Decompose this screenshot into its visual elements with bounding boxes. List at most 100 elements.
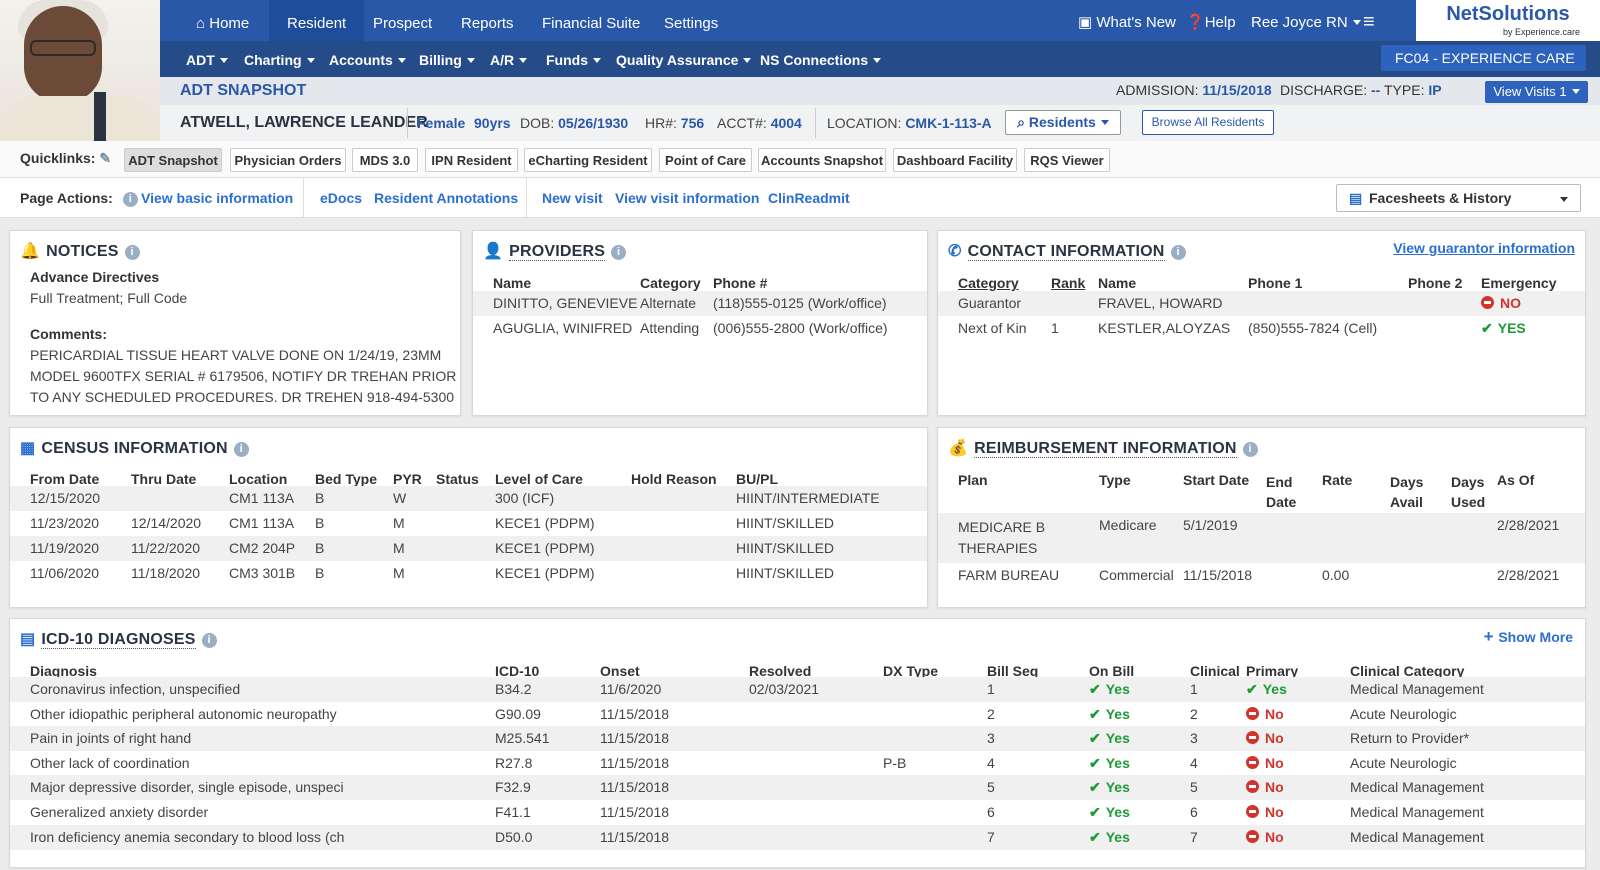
quicklink-adt-snapshot[interactable]: ADT Snapshot [124, 148, 222, 172]
reimbursement-title: 💰 REIMBURSEMENT INFORMATION i [948, 438, 1258, 458]
menu-ar[interactable]: A/R [490, 41, 528, 77]
edocs-link[interactable]: eDocs [320, 190, 362, 206]
table-cell: ✔ Yes [1089, 804, 1130, 820]
table-cell: 6 [987, 804, 995, 820]
column-header[interactable]: Category [958, 275, 1019, 291]
home-icon: ⌂ [196, 15, 210, 32]
view-guarantor-link[interactable]: View guarantor information [1393, 240, 1575, 256]
info-icon[interactable]: i [1242, 442, 1258, 457]
table-cell: No [1246, 804, 1284, 820]
menu-adt[interactable]: ADT [186, 41, 228, 77]
notices-title: 🔔 NOTICES i [20, 241, 140, 261]
check-icon: ✔ [1089, 705, 1101, 722]
column-header: Type [1099, 472, 1131, 488]
table-cell: HIINT/SKILLED [736, 540, 835, 556]
view-visit-information-link[interactable]: View visit information [615, 190, 759, 206]
new-visit-link[interactable]: New visit [542, 190, 603, 206]
table-cell: No [1246, 706, 1284, 722]
column-header: Status [436, 471, 479, 487]
table-row: Generalized anxiety disorder F41.1 11/15/2… [10, 800, 1585, 825]
table-cell: G90.09 [495, 705, 541, 722]
tab-resident[interactable]: Resident [269, 0, 365, 41]
menu-ns-connections[interactable]: NS Connections [760, 41, 882, 77]
table-cell: ✔ Yes [1089, 705, 1130, 722]
column-header: From Date [30, 471, 100, 487]
census-title: ▦ CENSUS INFORMATION i [20, 438, 249, 458]
hamburger-menu-icon[interactable]: ≡ [1363, 0, 1375, 41]
menu-funds[interactable]: Funds [546, 41, 601, 77]
resident-hr: HR#: 756 [645, 115, 705, 131]
residents-dropdown[interactable]: ⌕ Residents [1005, 110, 1121, 135]
quicklink-echarting-resident[interactable]: eCharting Resident [524, 148, 652, 172]
user-menu[interactable]: Ree Joyce RN [1251, 0, 1361, 41]
table-cell: No [1246, 755, 1284, 771]
quicklink-physician-orders[interactable]: Physician Orders [230, 148, 346, 172]
table-row: FARM BUREAU Commercial 11/15/2018 0.00 2… [958, 567, 1560, 583]
doctor-icon: 👤 [483, 243, 504, 260]
table-cell: HIINT/INTERMEDIATE [736, 490, 880, 506]
column-header[interactable]: Rank [1051, 275, 1085, 291]
tab-prospect[interactable]: Prospect [355, 0, 450, 41]
table-cell: Major depressive disorder, single episod… [30, 779, 344, 796]
menu-quality-assurance[interactable]: Quality Assurance [616, 41, 752, 77]
tab-settings[interactable]: Settings [646, 0, 736, 41]
table-cell: ✔ Yes [1089, 681, 1130, 697]
table-cell: M [393, 540, 405, 556]
check-icon: ✔ [1089, 681, 1101, 697]
quicklink-point-of-care[interactable]: Point of Care [659, 148, 752, 172]
tab-financial-suite[interactable]: Financial Suite [524, 0, 658, 41]
column-header: Name [493, 275, 532, 291]
tab-home[interactable]: ⌂ Home [178, 0, 267, 41]
table-cell: CM1 113A [229, 490, 295, 506]
view-basic-information-link[interactable]: View basic information [141, 190, 293, 206]
admission-info: ADMISSION: 11/15/2018 [1116, 82, 1272, 98]
table-cell: 11/23/2020 [30, 515, 100, 531]
quicklink-mds[interactable]: MDS 3.0 [352, 148, 418, 172]
column-header: Phone # [713, 275, 768, 291]
diagnoses-title: ▤ ICD-10 DIAGNOSES i [20, 629, 217, 649]
whats-new-link[interactable]: ▣ What's New [1078, 0, 1176, 41]
table-cell: 7 [987, 828, 995, 845]
resident-name: ATWELL, LAWRENCE LEANDER [180, 114, 428, 131]
view-visits-button[interactable]: View Visits 1 [1485, 81, 1588, 103]
table-cell: CM3 301B [229, 565, 296, 581]
table-cell: 2 [987, 705, 995, 722]
document-icon: ▤ [1349, 190, 1363, 206]
browse-all-residents-button[interactable]: Browse All Residents [1142, 110, 1274, 135]
column-header: Name [1098, 275, 1137, 291]
clinreadmit-link[interactable]: ClinReadmit [768, 190, 850, 206]
info-icon[interactable]: i [201, 633, 217, 648]
table-row: 11/06/2020 11/18/2020 CM3 301B B M KECE1 (PDP… [10, 561, 927, 586]
info-icon[interactable]: i [124, 245, 140, 260]
edit-icon[interactable]: ✎ [99, 150, 111, 166]
table-cell: R27.8 [495, 754, 533, 771]
no-icon [1246, 731, 1259, 745]
column-header: Start Date [1183, 472, 1250, 488]
comments-label: Comments: [30, 326, 108, 342]
quicklink-dashboard-facility[interactable]: Dashboard Facility [893, 148, 1017, 172]
table-cell: ✔ Yes [1089, 754, 1130, 771]
menu-charting[interactable]: Charting [244, 41, 315, 77]
info-icon[interactable]: i [233, 442, 249, 457]
facility-selector[interactable]: FC04 - EXPERIENCE CARE [1381, 45, 1586, 87]
info-icon[interactable]: i [611, 245, 627, 260]
quicklink-accounts-snapshot[interactable]: Accounts Snapshot [758, 148, 886, 172]
table-cell: 7 [1190, 828, 1198, 845]
menu-accounts[interactable]: Accounts [329, 41, 406, 77]
quicklink-ipn-resident[interactable]: IPN Resident [425, 148, 518, 172]
no-icon [1481, 296, 1494, 309]
info-icon[interactable]: i [122, 192, 138, 207]
table-cell: 11/18/2020 [131, 565, 201, 581]
reimbursement-panel: 💰 REIMBURSEMENT INFORMATION i Plan Type St… [937, 427, 1586, 608]
table-cell: Acute Neurologic [1350, 754, 1457, 771]
help-link[interactable]: ❓Help [1186, 0, 1236, 41]
table-row: Pain in joints of right hand M25.541 11/15… [10, 726, 1585, 752]
facesheets-history-dropdown[interactable]: ▤ Facesheets & History [1336, 184, 1581, 212]
resident-annotations-link[interactable]: Resident Annotations [374, 190, 518, 206]
show-more-button[interactable]: + Show More [1484, 627, 1573, 647]
quicklink-rqs-viewer[interactable]: RQS Viewer [1024, 148, 1110, 172]
tab-reports[interactable]: Reports [443, 0, 532, 41]
info-icon[interactable]: i [1170, 245, 1186, 260]
menu-billing[interactable]: Billing [419, 41, 475, 77]
table-cell: Medical Management [1350, 828, 1484, 845]
